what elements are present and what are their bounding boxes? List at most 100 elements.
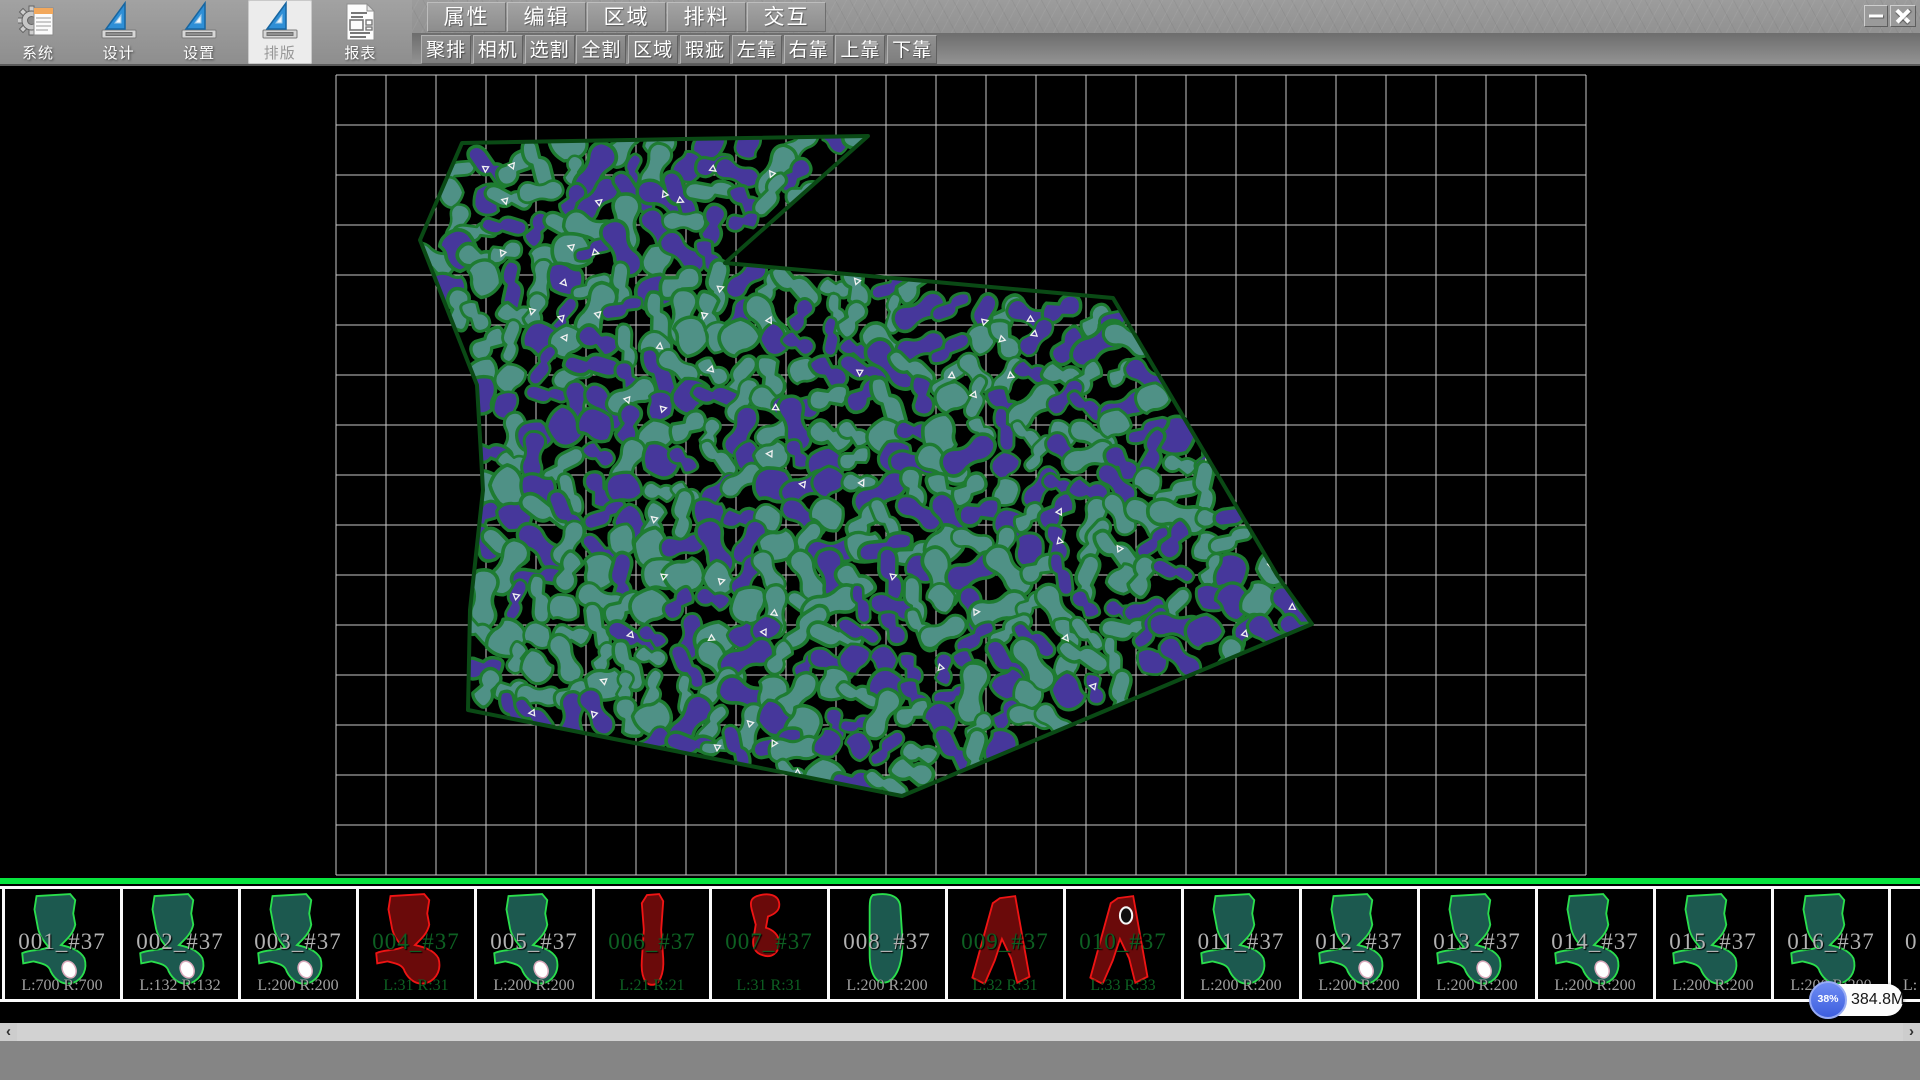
piece <box>518 180 564 203</box>
tool-button-cut-all[interactable]: 全割 <box>576 35 626 64</box>
tool-button-align-right[interactable]: 右靠 <box>784 35 834 64</box>
strip-border <box>356 888 359 1000</box>
main-toolbar: 系统设计设置排版报表 属性编辑区域排料交互 聚排相机选割全割区域瑕疵左靠右靠上靠… <box>0 0 1920 66</box>
nav-button-report[interactable]: 报表 <box>328 0 392 64</box>
strip-border <box>238 888 241 1000</box>
strip-border <box>1063 888 1066 1000</box>
thumbnail-id-label: 009_#37 <box>949 929 1061 955</box>
thumbnail-008_#37[interactable]: 008_#37 L:200 R:200 <box>831 891 943 997</box>
percent-circle: 38% <box>1809 981 1847 1019</box>
piece <box>547 593 579 622</box>
thumbnail-013_#37[interactable]: 013_#37 L:200 R:200 <box>1421 891 1533 997</box>
thumbnail-id-label: 010_#37 <box>1067 929 1179 955</box>
nav-button-design[interactable]: 设计 <box>87 0 151 64</box>
thumbnail-011_#37[interactable]: 011_#37L:200 R:200 <box>1185 891 1297 997</box>
thumbnail-lr-label: L:132 R:132 <box>124 977 236 995</box>
tab-nesting[interactable]: 排料 <box>667 2 746 32</box>
thumbnail-id-label: 014_#37 <box>1539 929 1651 955</box>
tab-properties[interactable]: 属性 <box>427 2 506 32</box>
strip-border <box>0 886 1920 889</box>
report-document-icon <box>340 1 380 48</box>
strip-border <box>1535 888 1538 1000</box>
thumbnail-id-label: 001_#37 <box>6 929 118 955</box>
scrollbar-right-arrow[interactable]: › <box>1903 1023 1920 1041</box>
thumbnail-012_#37[interactable]: 012_#37L:200 R:200 <box>1303 891 1415 997</box>
thumbnail-lr-label: L:200 R:200 <box>1185 977 1297 995</box>
minimize-button[interactable] <box>1864 5 1888 27</box>
thumbnail-lr-label: L:31 R:31 <box>713 977 825 995</box>
thumbnail-id-label: 007_#37 <box>713 929 825 955</box>
thumbnail-id-label: 013_#37 <box>1421 929 1533 955</box>
thumbnail-005_#37[interactable]: 005_#37 L:200 R:200 <box>478 891 590 997</box>
nav-button-settings[interactable]: 设置 <box>167 0 231 64</box>
tool-button-align-top[interactable]: 上靠 <box>835 35 885 64</box>
close-button[interactable] <box>1890 5 1916 27</box>
nav-button-label: 系统 <box>6 42 70 63</box>
gear-calendar-icon <box>18 1 58 48</box>
thumbnail-lr-label: L:700 R:700 <box>6 977 118 995</box>
thumbnail-lr-label: L:200 R:200 <box>1421 977 1533 995</box>
nav-button-label: 排版 <box>248 42 312 63</box>
strip-border <box>120 888 123 1000</box>
tool-button-cluster-nest[interactable]: 聚排 <box>421 35 471 64</box>
nav-button-label: 报表 <box>328 42 392 63</box>
thumbnail-lr-label: L:21 R:21 <box>596 977 708 995</box>
tool-button-camera[interactable]: 相机 <box>473 35 523 64</box>
tool-button-align-bottom[interactable]: 下靠 <box>887 35 937 64</box>
thumbnail-lr-label: L:200 R:200 <box>478 977 590 995</box>
strip-border <box>0 999 1920 1002</box>
thumbnail-id-label: 016_#37 <box>1775 929 1887 955</box>
strip-separator <box>0 878 1920 884</box>
thumbnail-lr-label: L:33 R:33 <box>1067 977 1179 995</box>
nav-button-system[interactable]: 系统 <box>6 0 70 64</box>
set-square-icon <box>179 1 219 48</box>
memory-label: 384.8M <box>1851 984 1903 1016</box>
piece-thumbnail-strip: 001_#37 L:700 R:700 002_#37L:132 R:132003_… <box>0 885 1920 1003</box>
thumbnail-002_#37[interactable]: 002_#37L:132 R:132 <box>124 891 236 997</box>
strip-border <box>592 888 595 1000</box>
thumbnail-014_#37[interactable]: 014_#37 L:200 R:200 <box>1539 891 1651 997</box>
progress-badge: 384.8M 38% <box>1809 981 1909 1019</box>
thumbnail-lr-label: L:200 R:200 <box>242 977 354 995</box>
status-bar <box>0 1041 1920 1080</box>
tab-region[interactable]: 区域 <box>587 2 666 32</box>
tool-button-select-cut[interactable]: 选割 <box>525 35 575 64</box>
thumbnail-003_#37[interactable]: 003_#37 L:200 R:200 <box>242 891 354 997</box>
thumbnail-006_#37[interactable]: 006_#37L:21 R:21 <box>596 891 708 997</box>
thumbnail-001_#37[interactable]: 001_#37 L:700 R:700 <box>6 891 118 997</box>
scrollbar-left-arrow[interactable]: ‹ <box>0 1023 17 1041</box>
thumbnail-id-label: 008_#37 <box>831 929 943 955</box>
thumbnail-id-label: 005_#37 <box>478 929 590 955</box>
thumbnail-id-label: 004_#37 <box>360 929 472 955</box>
thumbnail-009_#37[interactable]: 009_#37 L:32 R:31 <box>949 891 1061 997</box>
nav-button-label: 设置 <box>167 42 231 63</box>
thumbnail-004_#37[interactable]: 004_#37L:31 R:31 <box>360 891 472 997</box>
tab-edit[interactable]: 编辑 <box>507 2 586 32</box>
tool-button-align-left[interactable]: 左靠 <box>732 35 782 64</box>
strip-border <box>1181 888 1184 1000</box>
set-square-icon <box>99 1 139 48</box>
thumbnail-lr-label: L:32 R:31 <box>949 977 1061 995</box>
thumbnail-id-label: 012_#37 <box>1303 929 1415 955</box>
thumbnail-id-label: 003_#37 <box>242 929 354 955</box>
strip-border <box>1771 888 1774 1000</box>
tool-button-defect[interactable]: 瑕疵 <box>680 35 730 64</box>
horizontal-scrollbar[interactable]: ‹ › <box>0 1023 1920 1041</box>
thumbnail-lr-label: L:200 R:200 <box>1539 977 1651 995</box>
thumbnail-lr-label: L:200 R:200 <box>1657 977 1769 995</box>
thumbnail-lr-label: L:200 R:200 <box>831 977 943 995</box>
tool-button-region[interactable]: 区域 <box>628 35 678 64</box>
thumbnail-007_#37[interactable]: 007_#37 L:31 R:31 <box>713 891 825 997</box>
nesting-canvas[interactable] <box>0 66 1920 878</box>
thumbnail-015_#37[interactable]: 015_#37L:200 R:200 <box>1657 891 1769 997</box>
tab-interaction[interactable]: 交互 <box>747 2 826 32</box>
strip-border <box>1653 888 1656 1000</box>
nav-button-label: 设计 <box>87 42 151 63</box>
nav-button-layout[interactable]: 排版 <box>248 0 312 64</box>
strip-border <box>1299 888 1302 1000</box>
strip-border <box>827 888 830 1000</box>
thumbnail-id-label: 0 <box>1892 929 1920 955</box>
thumbnail-010_#37[interactable]: 010_#37 L:33 R:33 <box>1067 891 1179 997</box>
set-square-icon <box>260 1 300 48</box>
strip-border <box>2 888 5 1000</box>
